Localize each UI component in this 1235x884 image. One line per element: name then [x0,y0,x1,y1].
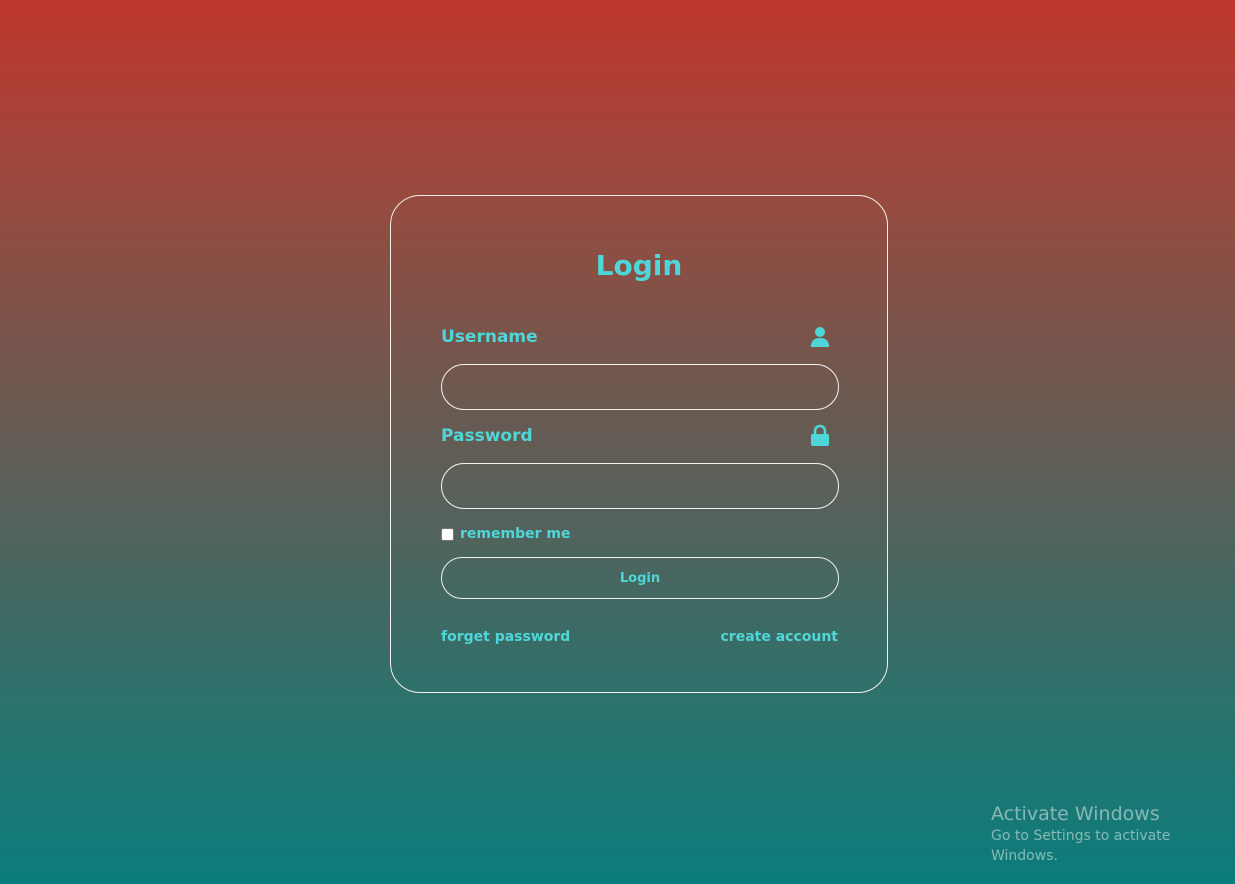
login-button[interactable]: Login [441,557,839,599]
password-label: Password [441,426,533,446]
remember-me-label[interactable]: remember me [460,526,570,542]
login-title: Login [595,249,683,282]
password-input[interactable] [441,463,839,509]
login-card: Login Username Password remember me Logi… [390,195,888,693]
lock-icon [811,424,829,446]
user-icon [811,327,829,347]
watermark-subtitle: Go to Settings to activate Windows. [991,828,1171,864]
username-label: Username [441,327,538,347]
windows-activation-watermark: Activate Windows Go to Settings to activ… [991,802,1235,866]
username-input[interactable] [441,364,839,410]
remember-me-row: remember me [441,524,570,544]
create-account-link[interactable]: create account [721,628,839,646]
forgot-password-link[interactable]: forget password [441,628,570,646]
remember-me-checkbox[interactable] [441,527,454,541]
watermark-title: Activate Windows [991,803,1160,825]
